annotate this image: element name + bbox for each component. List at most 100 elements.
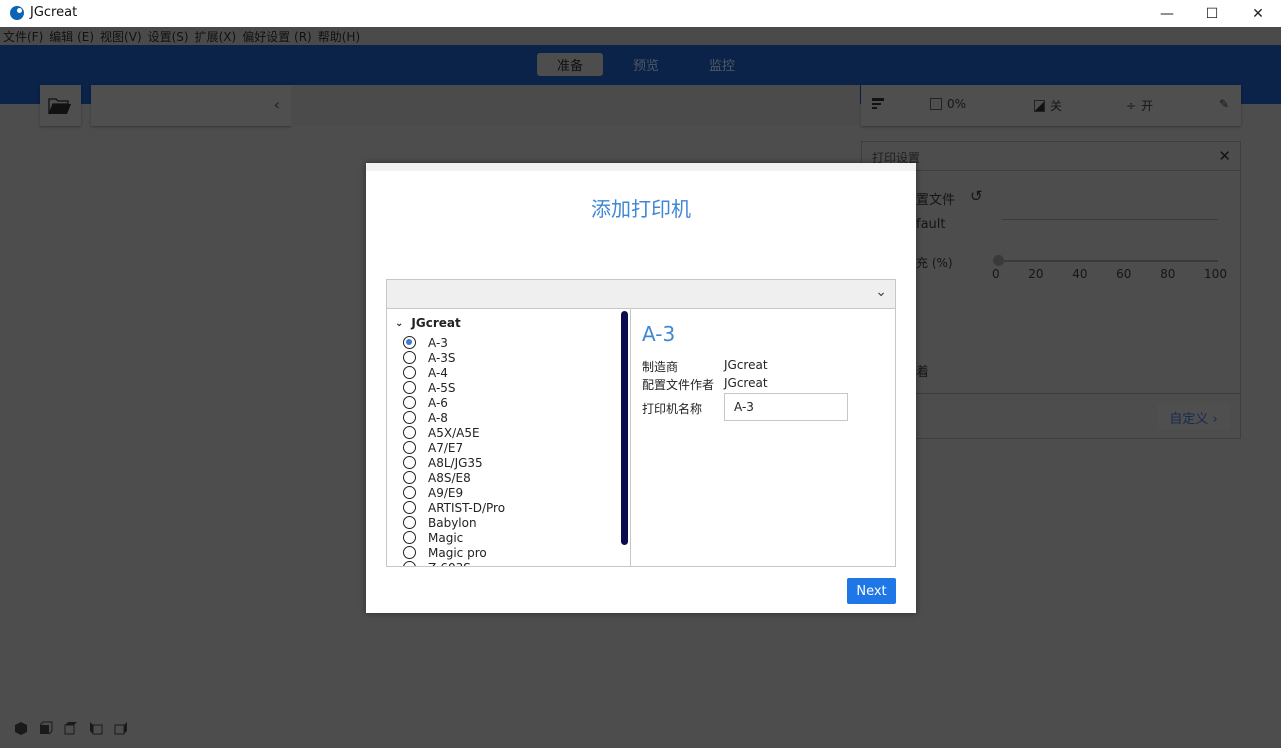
- menu-settings[interactable]: 设置(S): [145, 27, 192, 45]
- printer-label: Babylon: [428, 515, 477, 530]
- radio-button[interactable]: [403, 336, 416, 349]
- radio-button[interactable]: [403, 501, 416, 514]
- printer-label: A9/E9: [428, 485, 464, 500]
- menu-view[interactable]: 视图(V): [97, 27, 145, 45]
- close-button[interactable]: ✕: [1235, 0, 1281, 27]
- menu-edit[interactable]: 编辑 (E): [46, 27, 97, 45]
- adhesion-icon: ÷: [1126, 98, 1137, 113]
- radio-button[interactable]: [403, 411, 416, 424]
- close-panel-icon[interactable]: ✕: [1218, 147, 1231, 165]
- folder-open-icon: [48, 98, 71, 115]
- view-orientation-buttons: [14, 720, 130, 735]
- printer-selector: ⌄ JGcreat A-3 A-3S A-4 A-5S A-6 A-8 A5X/A5E A7/E…: [386, 309, 896, 567]
- printer-list-item[interactable]: A-5S: [403, 380, 456, 395]
- author-label: 配置文件作者: [642, 378, 715, 392]
- object-list-bar[interactable]: ‹: [91, 85, 291, 126]
- radio-button[interactable]: [403, 561, 416, 566]
- menu-help[interactable]: 帮助(H): [315, 27, 363, 45]
- printer-list[interactable]: ⌄ JGcreat A-3 A-3S A-4 A-5S A-6 A-8 A5X/A5E A7/E…: [387, 309, 631, 566]
- profile-label: 置文件: [916, 193, 956, 208]
- radio-button[interactable]: [403, 456, 416, 469]
- chevron-left-icon[interactable]: ‹: [274, 95, 280, 114]
- printer-label: Magic pro: [428, 545, 487, 560]
- printer-list-item[interactable]: A-3: [403, 335, 448, 350]
- slider-ticks: 0 20 40 60 80 100: [992, 267, 1227, 281]
- printer-list-item[interactable]: Magic: [403, 530, 463, 545]
- edit-pencil-icon[interactable]: ✎: [1219, 97, 1229, 111]
- manufacturer-group[interactable]: ⌄ JGcreat: [395, 316, 461, 330]
- tick-label: 100: [1204, 267, 1227, 281]
- maximize-button[interactable]: ☐: [1189, 0, 1235, 27]
- printer-name-input[interactable]: A-3: [724, 393, 848, 421]
- radio-button[interactable]: [403, 426, 416, 439]
- next-button[interactable]: Next: [847, 578, 896, 604]
- radio-button[interactable]: [403, 531, 416, 544]
- radio-button[interactable]: [403, 396, 416, 409]
- infill-icon: [930, 98, 942, 110]
- tab-preview[interactable]: 预览: [613, 53, 679, 76]
- radio-button[interactable]: [403, 366, 416, 379]
- radio-button[interactable]: [403, 351, 416, 364]
- dialog-top-strip: [366, 163, 916, 171]
- radio-button[interactable]: [403, 381, 416, 394]
- view-top-icon[interactable]: [64, 720, 80, 735]
- menu-file[interactable]: 文件(F): [0, 27, 46, 45]
- tab-monitor[interactable]: 监控: [689, 53, 755, 76]
- view-3d-icon[interactable]: [14, 720, 30, 735]
- adhesion-value: 开: [1141, 99, 1154, 113]
- menu-preferences[interactable]: 偏好设置 (R): [239, 27, 315, 45]
- list-scrollbar[interactable]: [621, 311, 628, 545]
- printer-label: A-3: [428, 335, 448, 350]
- profile-icon: [872, 97, 885, 110]
- radio-button[interactable]: [403, 486, 416, 499]
- infill-slider[interactable]: [993, 255, 1218, 266]
- reset-icon[interactable]: ↺: [970, 187, 983, 205]
- slider-handle[interactable]: [993, 255, 1004, 266]
- printer-model-name: A-3: [642, 322, 676, 346]
- open-file-button[interactable]: [40, 85, 81, 126]
- printer-label: A8S/E8: [428, 470, 471, 485]
- manufacturer-label: 制造商: [642, 360, 679, 374]
- radio-button[interactable]: [403, 471, 416, 484]
- dialog-title: 添加打印机: [591, 197, 691, 221]
- printer-label: Magic: [428, 530, 464, 545]
- toolbar-spacer: [291, 85, 860, 126]
- menu-extensions[interactable]: 扩展(X): [192, 27, 240, 45]
- printer-label: A8L/JG35: [428, 455, 483, 470]
- tick-label: 20: [1028, 267, 1044, 281]
- tab-prepare[interactable]: 准备: [537, 53, 603, 76]
- printer-list-item[interactable]: ARTIST-D/Pro: [403, 500, 505, 515]
- print-setup-summary[interactable]: 0% 关 ÷ 开 ✎: [861, 85, 1241, 126]
- printer-list-item[interactable]: A5X/A5E: [403, 425, 480, 440]
- printer-list-item[interactable]: A-4: [403, 365, 448, 380]
- minimize-button[interactable]: —: [1144, 0, 1190, 27]
- printer-type-dropdown[interactable]: ⌄: [386, 279, 896, 309]
- printer-list-item[interactable]: A-3S: [403, 350, 456, 365]
- radio-button[interactable]: [403, 546, 416, 559]
- radio-button[interactable]: [403, 441, 416, 454]
- view-front-icon[interactable]: [39, 720, 55, 735]
- printer-list-item[interactable]: A-8: [403, 410, 448, 425]
- chevron-down-icon: ⌄: [875, 284, 887, 300]
- chevron-down-icon: ⌄: [395, 317, 404, 329]
- printer-list-item[interactable]: Magic pro: [403, 545, 487, 560]
- printer-list-item[interactable]: Babylon: [403, 515, 477, 530]
- profile-value: fault: [916, 217, 946, 232]
- printer-list-item[interactable]: A7/E7: [403, 440, 463, 455]
- radio-button[interactable]: [403, 516, 416, 529]
- printer-list-item[interactable]: A8L/JG35: [403, 455, 483, 470]
- custom-settings-button[interactable]: 自定义 ›: [1157, 404, 1230, 430]
- view-right-icon[interactable]: [114, 720, 130, 735]
- printer-label: A7/E7: [428, 440, 464, 455]
- window-title: JGcreat: [30, 5, 78, 20]
- printer-list-item[interactable]: A8S/E8: [403, 470, 471, 485]
- printer-list-item[interactable]: A9/E9: [403, 485, 463, 500]
- printer-list-item[interactable]: Z-603S: [403, 560, 471, 566]
- add-printer-dialog: 添加打印机 ⌄ ⌄ JGcreat A-3 A-3S A-4 A-5S A-6 A-8 A5X…: [366, 163, 916, 613]
- author-value: JGcreat: [724, 376, 768, 390]
- printer-label: A-3S: [428, 350, 456, 365]
- view-left-icon[interactable]: [89, 720, 105, 735]
- title-bar: JGcreat — ☐ ✕: [0, 0, 1281, 27]
- printer-list-item[interactable]: A-6: [403, 395, 448, 410]
- printer-label: A-4: [428, 365, 448, 380]
